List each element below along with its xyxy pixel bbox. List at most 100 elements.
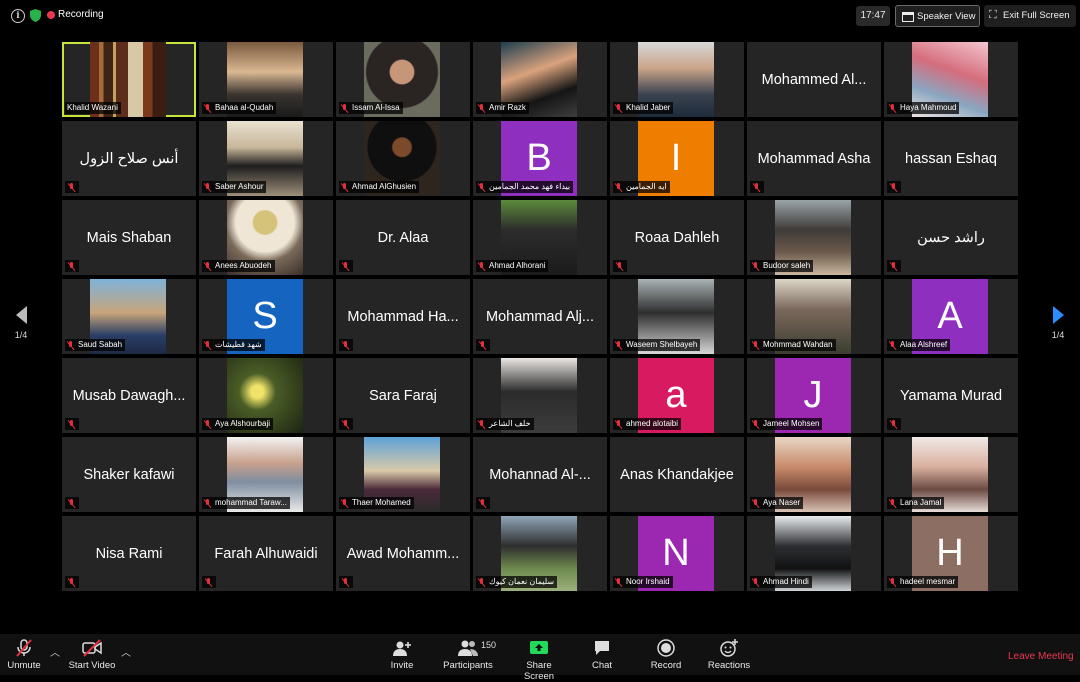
participant-tile[interactable]: Aya Alshourbaji bbox=[199, 358, 333, 433]
participant-name-label: Budoor saleh bbox=[750, 260, 814, 272]
muted-badge bbox=[887, 260, 901, 272]
participant-tile[interactable]: Saber Ashour bbox=[199, 121, 333, 196]
invite-button[interactable]: Invite bbox=[387, 638, 417, 671]
participant-tile[interactable]: Mohammed Al... bbox=[747, 42, 881, 117]
muted-badge bbox=[65, 576, 79, 588]
participant-tile[interactable]: Mohammad Asha bbox=[747, 121, 881, 196]
unmute-button[interactable]: Unmute bbox=[6, 638, 42, 671]
participant-tile[interactable]: I ايه الجمامين bbox=[610, 121, 744, 196]
participant-tile[interactable]: Ahmad Hindi bbox=[747, 516, 881, 591]
participant-tile[interactable]: Ahmad AlGhusien bbox=[336, 121, 470, 196]
exit-full-screen-button[interactable]: ⛶ Exit Full Screen bbox=[984, 5, 1076, 27]
participant-tile[interactable]: Khalid Wazani bbox=[62, 42, 196, 117]
chat-button[interactable]: Chat bbox=[588, 638, 616, 671]
muted-badge bbox=[339, 339, 353, 351]
participant-name: Mohammad Alj... bbox=[486, 308, 594, 325]
participant-tile[interactable]: Anees Abuodeh bbox=[199, 200, 333, 275]
participant-tile[interactable]: Saud Sabah bbox=[62, 279, 196, 354]
participant-name: Mohannad Al-... bbox=[489, 466, 591, 483]
speaker-view-icon bbox=[902, 12, 914, 22]
muted-microphone-icon bbox=[615, 419, 623, 429]
participant-tile[interactable]: Thaer Mohamed bbox=[336, 437, 470, 512]
muted-microphone-icon bbox=[889, 340, 897, 350]
add-person-icon bbox=[387, 638, 417, 658]
previous-page-arrow-icon bbox=[15, 306, 27, 324]
participant-name: hassan Eshaq bbox=[905, 150, 997, 167]
next-page-arrow-icon bbox=[1052, 306, 1064, 324]
participant-tile[interactable]: Mohannad Al-... bbox=[473, 437, 607, 512]
start-video-button[interactable]: Start Video bbox=[67, 638, 117, 671]
participant-tile[interactable]: Mohmmad Wahdan bbox=[747, 279, 881, 354]
participant-tile[interactable]: a ahmed alotaibi bbox=[610, 358, 744, 433]
participant-name: Issam Al-Issa bbox=[352, 103, 400, 112]
participant-tile[interactable]: Yamama Murad bbox=[884, 358, 1018, 433]
participant-tile[interactable]: Shaker kafawi bbox=[62, 437, 196, 512]
muted-badge bbox=[476, 339, 490, 351]
participant-name: Mohammed Al... bbox=[761, 71, 867, 88]
participant-tile[interactable]: Nisa Rami bbox=[62, 516, 196, 591]
participant-tile[interactable]: Farah Alhuwaidi bbox=[199, 516, 333, 591]
participant-tile[interactable]: أنس صلاح الزول bbox=[62, 121, 196, 196]
participant-tile[interactable]: سليمان نعمان كيوك bbox=[473, 516, 607, 591]
participant-tile[interactable]: Mohammad Ha... bbox=[336, 279, 470, 354]
muted-microphone-icon bbox=[478, 103, 486, 113]
participant-tile[interactable]: Awad Mohamm... bbox=[336, 516, 470, 591]
participant-name-label: hadeel mesmar bbox=[887, 576, 959, 588]
muted-badge bbox=[65, 181, 79, 193]
participant-name: ايه الجمامين bbox=[626, 182, 667, 191]
participant-tile[interactable]: Khalid Jaber bbox=[610, 42, 744, 117]
participant-tile[interactable]: Budoor saleh bbox=[747, 200, 881, 275]
participant-tile[interactable]: Musab Dawagh... bbox=[62, 358, 196, 433]
participant-tile[interactable]: راشد حسن bbox=[884, 200, 1018, 275]
muted-microphone-icon bbox=[342, 341, 350, 350]
muted-microphone-icon bbox=[615, 182, 623, 192]
participant-tile[interactable]: Mais Shaban bbox=[62, 200, 196, 275]
share-screen-button[interactable]: Share Screen bbox=[510, 638, 568, 682]
record-button[interactable]: Record bbox=[648, 638, 684, 671]
muted-microphone-icon bbox=[615, 103, 623, 113]
participant-tile[interactable]: Hhadeel mesmar bbox=[884, 516, 1018, 591]
muted-microphone-icon bbox=[341, 103, 349, 113]
participant-name: Mohammad Ha... bbox=[347, 308, 459, 325]
info-icon[interactable]: i bbox=[11, 9, 25, 23]
participant-tile[interactable]: Aya Naser bbox=[747, 437, 881, 512]
muted-badge bbox=[65, 497, 79, 509]
participant-tile[interactable]: Amir Razk bbox=[473, 42, 607, 117]
participant-tile[interactable]: Sara Faraj bbox=[336, 358, 470, 433]
reactions-button[interactable]: Reactions bbox=[706, 638, 752, 671]
previous-page-button[interactable]: 1/4 bbox=[6, 306, 36, 340]
participant-name-label: Bahaa al-Qudah bbox=[202, 102, 277, 114]
participant-tile[interactable]: Anas Khandakjee bbox=[610, 437, 744, 512]
participant-tile[interactable]: N Noor Irshaid bbox=[610, 516, 744, 591]
participant-tile[interactable]: A Alaa Alshreef bbox=[884, 279, 1018, 354]
audio-options-chevron-icon[interactable]: ︿ bbox=[50, 644, 60, 659]
speaker-view-button[interactable]: Speaker View bbox=[895, 5, 980, 27]
participant-tile[interactable]: Ahmad Alhorani bbox=[473, 200, 607, 275]
participant-tile[interactable]: Lana Jamal bbox=[884, 437, 1018, 512]
video-options-chevron-icon[interactable]: ︿ bbox=[121, 644, 131, 659]
participant-name: أنس صلاح الزول bbox=[79, 150, 179, 167]
participant-tile[interactable]: S شهد قطيشات bbox=[199, 279, 333, 354]
muted-microphone-icon bbox=[615, 340, 623, 350]
participant-tile[interactable]: Roaa Dahleh bbox=[610, 200, 744, 275]
participant-tile[interactable]: B بيداء فهد محمد الجمامين bbox=[473, 121, 607, 196]
participant-tile[interactable]: J Jameel Mohsen bbox=[747, 358, 881, 433]
leave-meeting-button[interactable]: Leave Meeting bbox=[1008, 651, 1074, 662]
participant-name: Ahmad Hindi bbox=[763, 577, 809, 586]
participant-tile[interactable]: Bahaa al-Qudah bbox=[199, 42, 333, 117]
participant-name: Awad Mohamm... bbox=[346, 545, 460, 562]
meeting-top-bar: i Recording 17:47 Speaker View ⛶ Exit Fu… bbox=[0, 0, 1080, 32]
participant-tile[interactable]: hassan Eshaq bbox=[884, 121, 1018, 196]
participant-tile[interactable]: Dr. Alaa bbox=[336, 200, 470, 275]
muted-microphone-icon bbox=[204, 182, 212, 192]
participant-tile[interactable]: Mohammad Alj... bbox=[473, 279, 607, 354]
next-page-button[interactable]: 1/4 bbox=[1043, 306, 1073, 340]
participant-name-label: خلف الشاعر bbox=[476, 418, 534, 430]
participant-tile[interactable]: Haya Mahmoud bbox=[884, 42, 1018, 117]
participant-tile[interactable]: خلف الشاعر bbox=[473, 358, 607, 433]
participant-name: Anas Khandakjee bbox=[620, 466, 734, 483]
shield-icon[interactable] bbox=[30, 9, 41, 22]
participant-tile[interactable]: Waseem Shelbayeh bbox=[610, 279, 744, 354]
participant-tile[interactable]: Issam Al-Issa bbox=[336, 42, 470, 117]
participant-tile[interactable]: mohammad Taraw... bbox=[199, 437, 333, 512]
